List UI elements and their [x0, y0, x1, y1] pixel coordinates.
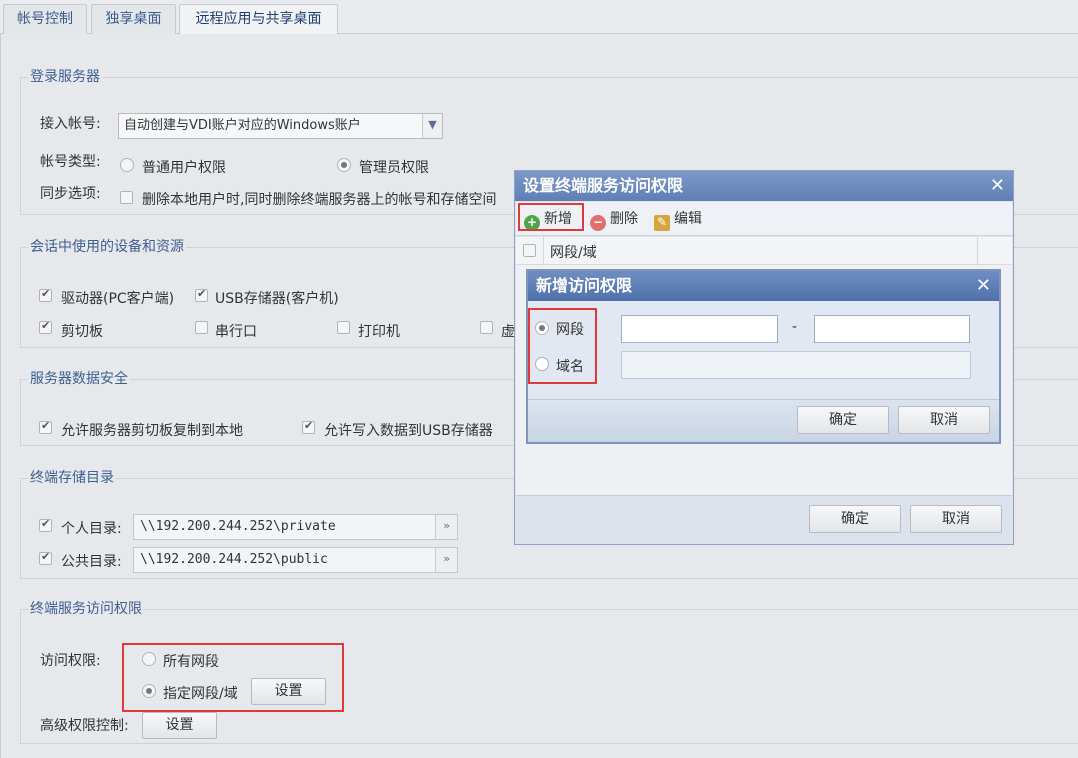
double-arrow-right-icon[interactable]: » [435, 515, 457, 539]
access-account-select[interactable]: 自动创建与VDI账户对应的Windows账户 ▼ [118, 113, 443, 139]
personal-dir-path: \\192.200.244.252\private [140, 519, 336, 534]
inner-cancel-button[interactable]: 取消 [898, 406, 990, 434]
virtual-label: 虚 [501, 324, 515, 340]
terminal-access-dialog-title-text: 设置终端服务访问权限 [523, 176, 684, 195]
column-divider [543, 237, 544, 265]
public-dir-path: \\192.200.244.252\public [140, 552, 328, 567]
grid-header: 网段/域 [516, 237, 1012, 265]
segment-start-input[interactable] [621, 315, 778, 343]
column-divider [977, 237, 978, 265]
serial-port-checkbox[interactable] [195, 321, 208, 334]
dialog-footer: 确定 取消 [516, 495, 1012, 543]
add-access-footer: 确定 取消 [528, 399, 999, 442]
clipboard-label: 剪切板 [61, 324, 103, 340]
access-legend: 终端服务访问权限 [28, 598, 144, 618]
virtual-checkbox[interactable] [480, 321, 493, 334]
clipboard-copy-label: 允许服务器剪切板复制到本地 [61, 423, 243, 439]
domain-input[interactable] [621, 351, 971, 379]
public-dir-label: 公共目录: [61, 554, 122, 570]
delete-button[interactable]: − 删除 [590, 208, 638, 231]
personal-dir-label: 个人目录: [61, 521, 122, 537]
segment-domain-column[interactable]: 网段/域 [550, 242, 597, 262]
access-account-value: 自动创建与VDI账户对应的Windows账户 [124, 118, 361, 133]
delete-icon: − [590, 215, 606, 231]
serial-port-label: 串行口 [215, 324, 257, 340]
advanced-access-label: 高级权限控制: [40, 718, 129, 734]
edit-button[interactable]: ✎ 编辑 [654, 208, 702, 231]
personal-dir-checkbox[interactable] [39, 517, 52, 532]
access-label: 访问权限: [40, 653, 101, 669]
sync-label: 同步选项: [40, 186, 101, 202]
sync-text: 删除本地用户时,同时删除终端服务器上的帐号和存储空间 [142, 192, 497, 208]
tab-bar: 帐号控制 独享桌面 远程应用与共享桌面 [0, 0, 1078, 35]
devices-legend: 会话中使用的设备和资源 [28, 236, 186, 256]
sync-checkbox[interactable] [120, 191, 133, 204]
dialog-toolbar: + 新增 − 删除 ✎ 编辑 [516, 202, 1012, 236]
usb-storage-checkbox[interactable] [195, 287, 208, 302]
advanced-set-button[interactable]: 设置 [142, 712, 217, 739]
usb-write-label: 允许写入数据到USB存储器 [324, 423, 493, 439]
data-security-legend: 服务器数据安全 [28, 368, 130, 388]
storage-legend: 终端存储目录 [28, 467, 116, 487]
printer-checkbox[interactable] [337, 321, 350, 334]
terminal-access-dialog-title: 设置终端服务访问权限 [515, 171, 1013, 201]
outer-cancel-button[interactable]: 取消 [910, 505, 1002, 533]
inner-ok-button[interactable]: 确定 [797, 406, 889, 434]
public-dir-input[interactable]: \\192.200.244.252\public » [133, 547, 458, 573]
account-type-normal-label: 普通用户权限 [142, 160, 226, 176]
account-type-admin-radio[interactable] [337, 158, 351, 172]
highlight-box-add [518, 203, 584, 231]
range-separator: - [792, 319, 798, 335]
usb-write-checkbox[interactable] [302, 419, 315, 434]
drive-checkbox[interactable] [39, 287, 52, 302]
double-arrow-right-icon[interactable]: » [435, 548, 457, 572]
highlight-box-access [122, 643, 344, 712]
select-all-checkbox[interactable] [523, 244, 536, 257]
add-access-dialog: 新增访问权限 ✕ 网段 域名 - 确定 取消 [526, 269, 1001, 444]
drive-label: 驱动器(PC客户端) [61, 291, 175, 307]
usb-storage-label: USB存储器(客户机) [215, 291, 339, 307]
close-icon[interactable]: ✕ [976, 271, 991, 301]
close-icon[interactable]: ✕ [990, 171, 1005, 201]
edit-label: 编辑 [674, 211, 702, 227]
tab-remote-apps-shared-desktop[interactable]: 远程应用与共享桌面 [179, 4, 338, 35]
add-access-form: 网段 域名 - [528, 301, 999, 399]
printer-label: 打印机 [358, 324, 400, 340]
access-account-label: 接入帐号: [40, 116, 101, 132]
highlight-box-segment-domain [528, 308, 597, 384]
chevron-down-icon[interactable]: ▼ [422, 114, 442, 138]
account-type-admin-label: 管理员权限 [359, 160, 429, 176]
outer-ok-button[interactable]: 确定 [809, 505, 901, 533]
clipboard-copy-checkbox[interactable] [39, 419, 52, 434]
segment-end-input[interactable] [814, 315, 970, 343]
add-access-dialog-title: 新增访问权限 [528, 271, 999, 301]
delete-label: 删除 [610, 211, 638, 227]
public-dir-checkbox[interactable] [39, 550, 52, 565]
tab-account-control[interactable]: 帐号控制 [3, 4, 87, 34]
add-access-dialog-title-text: 新增访问权限 [536, 276, 633, 295]
tab-exclusive-desktop[interactable]: 独享桌面 [91, 4, 176, 34]
account-type-label: 帐号类型: [40, 154, 101, 170]
personal-dir-input[interactable]: \\192.200.244.252\private » [133, 514, 458, 540]
edit-icon: ✎ [654, 215, 670, 231]
login-server-legend: 登录服务器 [28, 66, 102, 86]
account-type-normal-radio[interactable] [120, 158, 134, 172]
clipboard-checkbox[interactable] [39, 319, 52, 334]
